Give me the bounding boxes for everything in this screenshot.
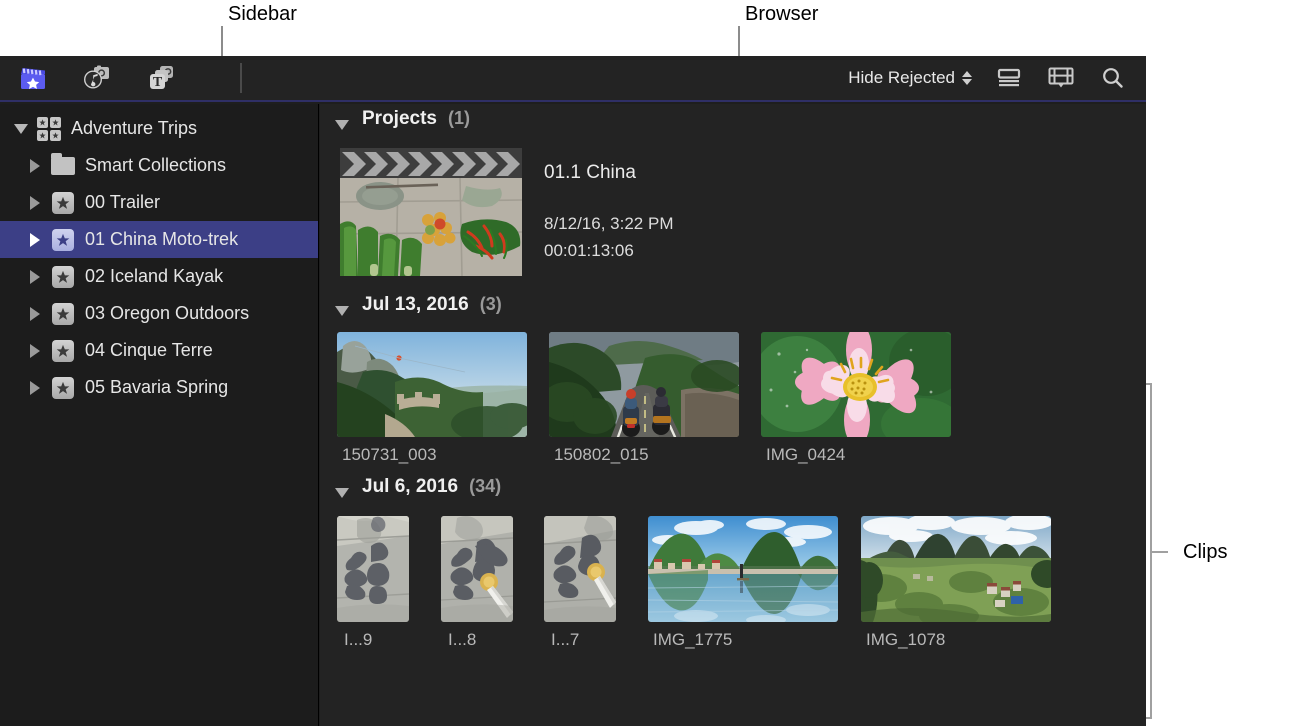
disclosure-triangle-down-icon[interactable] — [10, 124, 32, 134]
clip-grid-jul-13-2016: 150731_003 — [320, 332, 1146, 465]
clip-thumbnail[interactable] — [544, 516, 616, 622]
clip-thumbnail[interactable] — [337, 332, 527, 437]
sidebar-item-label: 02 Iceland Kayak — [85, 266, 223, 287]
disclosure-triangle-right-icon[interactable] — [24, 270, 46, 284]
event-star-icon — [50, 229, 76, 251]
final-cut-pro-window: T Hide Rejected — [0, 56, 1146, 726]
clip-name: IMG_1078 — [861, 630, 1051, 650]
section-header-jul-13-2016[interactable]: Jul 13, 2016 (3) — [320, 294, 1146, 328]
event-star-icon — [50, 340, 76, 362]
clip-item[interactable]: IMG_1775 — [648, 516, 838, 650]
sidebar-item-00-trailer[interactable]: 00 Trailer — [0, 184, 318, 221]
project-thumbnail-image — [340, 178, 522, 276]
toolbar-divider — [240, 63, 242, 93]
disclosure-triangle-right-icon[interactable] — [24, 233, 46, 247]
svg-text:T: T — [153, 75, 163, 90]
clip-item[interactable]: I...7 — [544, 516, 616, 650]
clip-name: IMG_1775 — [648, 630, 838, 650]
clip-thumbnail[interactable] — [337, 516, 409, 622]
clip-item[interactable]: I...8 — [441, 516, 513, 650]
hide-rejected-label: Hide Rejected — [848, 68, 955, 88]
project-metadata: 01.1 China 8/12/16, 3:22 PM 00:01:13:06 — [544, 148, 673, 276]
callout-line-browser — [738, 26, 740, 57]
section-title: Jul 6, 2016 — [362, 476, 458, 498]
toolbar: T Hide Rejected — [0, 56, 1146, 102]
callout-bracket-tick-clips — [1152, 551, 1168, 553]
search-icon[interactable] — [1098, 64, 1128, 92]
sidebar-item-label: Smart Collections — [85, 155, 226, 176]
sidebar-item-04-cinque-terre[interactable]: 04 Cinque Terre — [0, 332, 318, 369]
photos-audio-icon[interactable] — [82, 64, 112, 92]
event-star-icon — [50, 192, 76, 214]
project-item[interactable]: 01.1 China 8/12/16, 3:22 PM 00:01:13:06 — [320, 148, 1146, 276]
project-thumbnail[interactable] — [340, 148, 522, 276]
event-star-icon — [50, 303, 76, 325]
sidebar: Adventure Trips Smart Collections 00 Tra… — [0, 104, 319, 726]
callout-label-clips: Clips — [1183, 541, 1227, 564]
section-title: Projects — [362, 108, 437, 130]
sidebar-item-01-china-moto-trek[interactable]: 01 China Moto-trek — [0, 221, 318, 258]
disclosure-triangle-right-icon[interactable] — [24, 381, 46, 395]
clip-item[interactable]: I...9 — [337, 516, 409, 650]
disclosure-triangle-right-icon[interactable] — [24, 307, 46, 321]
sidebar-item-label: Adventure Trips — [71, 118, 197, 139]
section-count: (34) — [469, 476, 501, 497]
clip-name: I...8 — [441, 630, 513, 650]
clip-name: 150731_003 — [337, 445, 527, 465]
sidebar-item-label: 04 Cinque Terre — [85, 340, 213, 361]
clip-item[interactable]: IMG_0424 — [761, 332, 951, 465]
callout-line-sidebar — [221, 26, 223, 57]
section-count: (3) — [480, 294, 502, 315]
clip-thumbnail[interactable] — [549, 332, 739, 437]
disclosure-triangle-right-icon[interactable] — [24, 159, 46, 173]
disclosure-triangle-down-icon[interactable] — [335, 120, 349, 130]
sidebar-item-03-oregon-outdoors[interactable]: 03 Oregon Outdoors — [0, 295, 318, 332]
section-count: (1) — [448, 108, 470, 129]
disclosure-triangle-down-icon[interactable] — [335, 306, 349, 316]
callout-label-browser: Browser — [745, 3, 818, 26]
sidebar-item-smart-collections[interactable]: Smart Collections — [0, 147, 318, 184]
clip-name: I...9 — [337, 630, 409, 650]
sidebar-item-label: 01 China Moto-trek — [85, 229, 238, 250]
clip-thumbnail[interactable] — [648, 516, 838, 622]
clip-item[interactable]: 150802_015 — [549, 332, 739, 465]
sidebar-item-02-iceland-kayak[interactable]: 02 Iceland Kayak — [0, 258, 318, 295]
filmstrip-view-icon[interactable] — [1046, 64, 1076, 92]
sidebar-item-adventure-trips[interactable]: Adventure Trips — [0, 110, 318, 147]
folder-icon — [50, 157, 76, 175]
list-view-icon[interactable] — [994, 64, 1024, 92]
event-star-icon — [50, 377, 76, 399]
disclosure-triangle-right-icon[interactable] — [24, 196, 46, 210]
sidebar-item-label: 05 Bavaria Spring — [85, 377, 228, 398]
section-title: Jul 13, 2016 — [362, 294, 469, 316]
chevron-updown-icon — [962, 71, 972, 85]
clip-thumbnail[interactable] — [761, 332, 951, 437]
project-duration: 00:01:13:06 — [544, 241, 673, 261]
browser: Projects (1) — [320, 104, 1146, 726]
clip-item[interactable]: 150731_003 — [337, 332, 527, 465]
project-date: 8/12/16, 3:22 PM — [544, 214, 673, 234]
clip-name: IMG_0424 — [761, 445, 951, 465]
disclosure-triangle-down-icon[interactable] — [335, 488, 349, 498]
clip-grid-jul-6-2016: I...9 — [320, 516, 1146, 650]
clip-name: 150802_015 — [549, 445, 739, 465]
disclosure-triangle-right-icon[interactable] — [24, 344, 46, 358]
clip-thumbnail[interactable] — [441, 516, 513, 622]
clip-thumbnail[interactable] — [861, 516, 1051, 622]
callout-label-sidebar: Sidebar — [228, 3, 297, 26]
clip-item[interactable]: IMG_1078 — [861, 516, 1051, 650]
project-name: 01.1 China — [544, 162, 673, 184]
section-header-jul-6-2016[interactable]: Jul 6, 2016 (34) — [320, 476, 1146, 510]
sidebar-item-label: 03 Oregon Outdoors — [85, 303, 249, 324]
event-star-icon — [50, 266, 76, 288]
sidebar-item-05-bavaria-spring[interactable]: 05 Bavaria Spring — [0, 369, 318, 406]
titles-generators-icon[interactable]: T — [146, 64, 176, 92]
hide-rejected-menu[interactable]: Hide Rejected — [848, 68, 972, 88]
libraries-icon[interactable] — [18, 64, 48, 92]
section-header-projects[interactable]: Projects (1) — [320, 108, 1146, 142]
library-icon — [36, 117, 62, 141]
clip-name: I...7 — [544, 630, 616, 650]
sidebar-item-label: 00 Trailer — [85, 192, 160, 213]
clapperboard-banner-icon — [340, 148, 522, 180]
